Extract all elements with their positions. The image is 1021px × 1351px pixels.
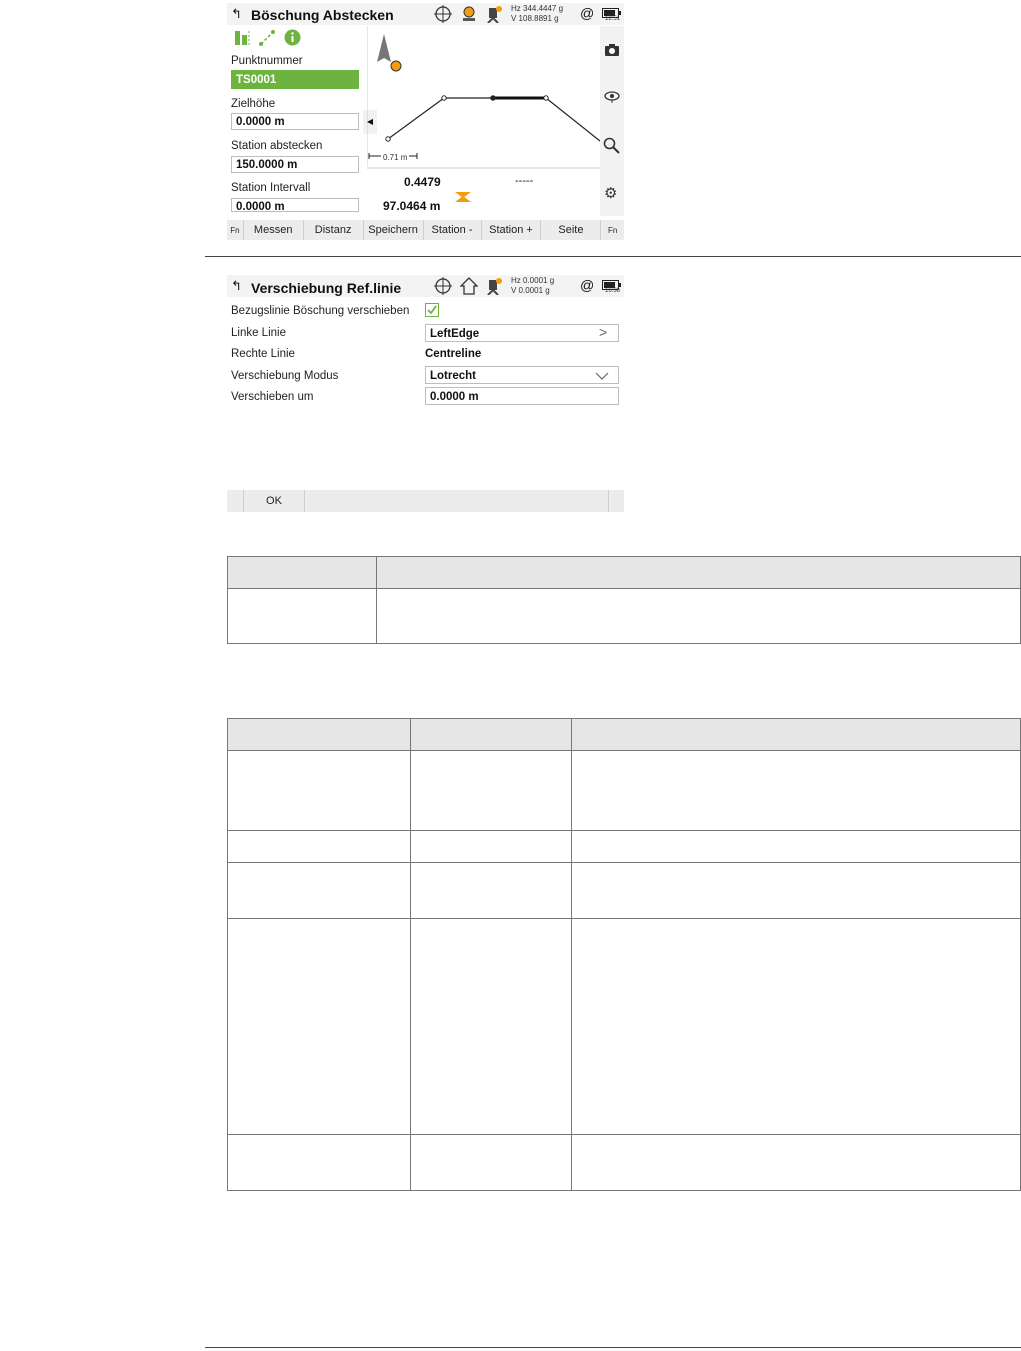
- station-intervall-label: Station Intervall: [231, 182, 311, 194]
- eye-icon[interactable]: [604, 90, 620, 109]
- back-icon[interactable]: ↰: [231, 6, 242, 22]
- scale-label: 0.71 m: [381, 153, 410, 162]
- back-icon[interactable]: ↰: [231, 278, 242, 294]
- table-cell: [376, 588, 1021, 644]
- hz-readout: Hz 344.4447 g: [511, 4, 564, 13]
- chevron-right-icon: >: [599, 324, 608, 340]
- table-row: [227, 750, 1021, 831]
- hz-readout: Hz 0.0001 g: [511, 276, 555, 285]
- zielhoehe-label: Zielhöhe: [231, 98, 276, 110]
- home-icon[interactable]: [459, 277, 479, 300]
- v-readout: V 0.0001 g: [511, 286, 550, 295]
- footer-rule: [205, 1347, 1021, 1348]
- page-title: Verschiebung Ref.linie: [251, 280, 402, 296]
- softkey-bar: Fn Messen Distanz Speichern Station - St…: [227, 220, 624, 240]
- table-cell: [410, 862, 572, 919]
- value-offset: 0.4479: [404, 175, 441, 189]
- table-cell: [227, 588, 377, 644]
- table-cell: [227, 862, 411, 919]
- station-abstecken-field[interactable]: 150.0000 m: [231, 156, 359, 173]
- table-cell: [410, 918, 572, 1135]
- search-icon[interactable]: [603, 137, 620, 159]
- instrument-icon[interactable]: [484, 277, 502, 300]
- screen-verschiebung-ref-linie: ↰ Verschiebung Ref.linie Hz 0.0001 g V 0…: [227, 272, 624, 512]
- softkey-spacer: [227, 490, 244, 512]
- verschieben-um-label: Verschieben um: [231, 391, 314, 403]
- table-row: [227, 918, 1021, 1135]
- punktnummer-field[interactable]: TS0001: [231, 70, 359, 89]
- v-readout: V 108.8891 g: [511, 14, 559, 23]
- softkey-seite[interactable]: Seite: [541, 220, 602, 240]
- at-icon[interactable]: @: [580, 277, 594, 293]
- crosshair-icon[interactable]: [434, 5, 452, 28]
- value-dashes: -----: [515, 175, 534, 187]
- slope-green-icon[interactable]: [233, 29, 251, 52]
- description-table-1: [227, 556, 1021, 644]
- table-header-cell: [410, 718, 572, 751]
- linke-linie-field[interactable]: LeftEdge: [425, 324, 619, 342]
- separator-rule: [205, 256, 1021, 257]
- crosshair-icon[interactable]: [434, 277, 452, 300]
- table-row: [227, 830, 1021, 863]
- description-table-2: [227, 718, 1021, 1191]
- softkey-speichern[interactable]: Speichern: [364, 220, 424, 240]
- value-distance: 97.0464 m: [383, 199, 441, 213]
- zielhoehe-field[interactable]: 0.0000 m: [231, 113, 359, 130]
- softkey-messen[interactable]: Messen: [244, 220, 304, 240]
- screen-boeschung-abstecken: ↰ Böschung Abstecken Hz 344.4447 g V 108…: [227, 0, 624, 240]
- table-cell: [571, 1134, 1021, 1191]
- at-icon[interactable]: @: [580, 5, 594, 21]
- rechte-linie-label: Rechte Linie: [231, 348, 295, 360]
- table-row: [227, 1134, 1021, 1191]
- cross-section-graphic[interactable]: [366, 26, 601, 216]
- table-cell: [410, 830, 572, 863]
- station-abstecken-label: Station abstecken: [231, 140, 323, 152]
- instrument-icon[interactable]: [484, 5, 502, 28]
- table-row: [227, 862, 1021, 919]
- softkey-fn-right[interactable]: Fn: [601, 220, 624, 240]
- softkey-empty: [305, 490, 609, 512]
- table-cell: [227, 830, 411, 863]
- bezugslinie-checkbox[interactable]: [425, 303, 439, 317]
- table-header-row: [227, 556, 1021, 589]
- prism-icon[interactable]: [460, 5, 478, 28]
- bezugslinie-label: Bezugslinie Böschung verschieben: [231, 305, 410, 317]
- clock: 16:36: [605, 288, 621, 294]
- softkey-station-minus[interactable]: Station -: [424, 220, 482, 240]
- punktnummer-label: Punktnummer: [231, 55, 303, 67]
- gear-icon[interactable]: ⚙: [604, 184, 617, 202]
- table-cell: [410, 750, 572, 831]
- linke-linie-label: Linke Linie: [231, 327, 286, 339]
- softkey-bar: OK: [227, 490, 624, 512]
- softkey-fn-left[interactable]: Fn: [227, 220, 244, 240]
- table-cell: [571, 862, 1021, 919]
- table-header-cell: [227, 556, 377, 589]
- clock: 12:51: [605, 16, 621, 22]
- camera-icon[interactable]: [604, 43, 620, 62]
- softkey-distanz[interactable]: Distanz: [304, 220, 364, 240]
- table-cell: [227, 750, 411, 831]
- verschiebung-modus-label: Verschiebung Modus: [231, 370, 339, 382]
- ok-button[interactable]: OK: [244, 490, 305, 512]
- chevron-down-icon: [595, 368, 609, 386]
- verschieben-um-field[interactable]: 0.0000 m: [425, 387, 619, 405]
- table-row: [227, 588, 1021, 644]
- page-title: Böschung Abstecken: [251, 7, 394, 23]
- table-cell: [227, 1134, 411, 1191]
- table-header-cell: [227, 718, 411, 751]
- table-cell: [410, 1134, 572, 1191]
- table-cell: [571, 750, 1021, 831]
- info-icon[interactable]: [284, 29, 301, 51]
- table-header-cell: [571, 718, 1021, 751]
- station-intervall-field[interactable]: 0.0000 m: [231, 198, 359, 212]
- rechte-linie-value: Centreline: [425, 348, 482, 360]
- table-cell: [571, 918, 1021, 1135]
- table-cell: [571, 830, 1021, 863]
- verschiebung-modus-dropdown[interactable]: Lotrecht: [425, 366, 619, 384]
- softkey-station-plus[interactable]: Station +: [482, 220, 542, 240]
- table-cell: [227, 918, 411, 1135]
- table-header-row: [227, 718, 1021, 751]
- table-header-cell: [376, 556, 1021, 589]
- line-points-icon[interactable]: [258, 29, 276, 52]
